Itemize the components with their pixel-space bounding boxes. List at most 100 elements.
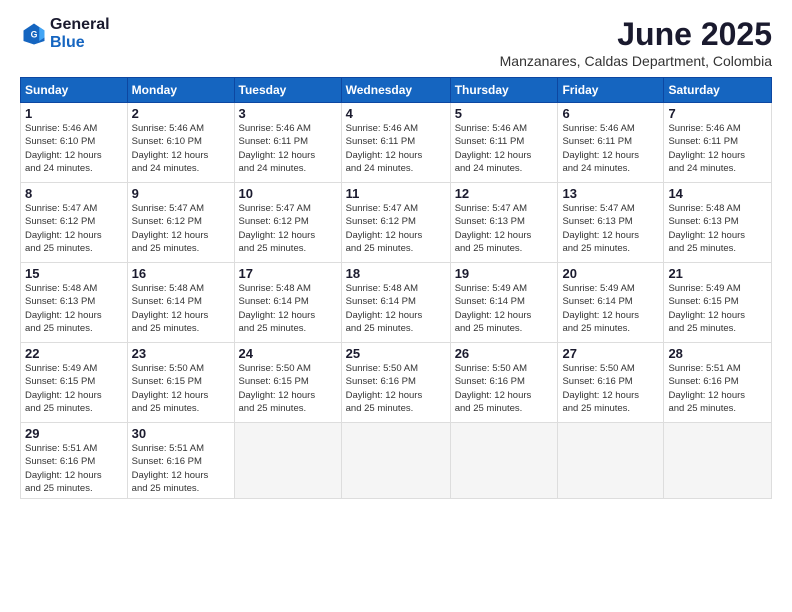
day-number: 24 bbox=[239, 346, 337, 361]
day-info: Sunrise: 5:49 AM Sunset: 6:14 PM Dayligh… bbox=[455, 282, 554, 335]
day-number: 9 bbox=[132, 186, 230, 201]
table-cell bbox=[341, 423, 450, 499]
table-cell: 15Sunrise: 5:48 AM Sunset: 6:13 PM Dayli… bbox=[21, 263, 128, 343]
logo-icon: G bbox=[20, 20, 48, 48]
title-block: June 2025 Manzanares, Caldas Department,… bbox=[500, 16, 772, 69]
table-row: 29 Sunrise: 5:51 AM Sunset: 6:16 PM Dayli… bbox=[21, 423, 772, 499]
day-number: 11 bbox=[346, 186, 446, 201]
table-cell: 23Sunrise: 5:50 AM Sunset: 6:15 PM Dayli… bbox=[127, 343, 234, 423]
day-number: 12 bbox=[455, 186, 554, 201]
table-cell: 24Sunrise: 5:50 AM Sunset: 6:15 PM Dayli… bbox=[234, 343, 341, 423]
day-number: 22 bbox=[25, 346, 123, 361]
month-year: June 2025 bbox=[500, 16, 772, 53]
day-info: Sunrise: 5:49 AM Sunset: 6:15 PM Dayligh… bbox=[668, 282, 767, 335]
day-number: 2 bbox=[132, 106, 230, 121]
day-info: Sunrise: 5:47 AM Sunset: 6:13 PM Dayligh… bbox=[562, 202, 659, 255]
col-sunday: Sunday bbox=[21, 78, 128, 103]
day-number: 14 bbox=[668, 186, 767, 201]
day-info: Sunrise: 5:47 AM Sunset: 6:12 PM Dayligh… bbox=[346, 202, 446, 255]
day-number: 6 bbox=[562, 106, 659, 121]
day-number: 18 bbox=[346, 266, 446, 281]
col-monday: Monday bbox=[127, 78, 234, 103]
logo: G General Blue bbox=[20, 16, 110, 51]
day-info: Sunrise: 5:50 AM Sunset: 6:16 PM Dayligh… bbox=[455, 362, 554, 415]
day-info: Sunrise: 5:50 AM Sunset: 6:16 PM Dayligh… bbox=[562, 362, 659, 415]
day-info: Sunrise: 5:48 AM Sunset: 6:14 PM Dayligh… bbox=[132, 282, 230, 335]
table-cell: 19Sunrise: 5:49 AM Sunset: 6:14 PM Dayli… bbox=[450, 263, 558, 343]
day-info: Sunrise: 5:47 AM Sunset: 6:13 PM Dayligh… bbox=[455, 202, 554, 255]
day-info: Sunrise: 5:51 AM Sunset: 6:16 PM Dayligh… bbox=[132, 442, 230, 495]
table-cell: 12Sunrise: 5:47 AM Sunset: 6:13 PM Dayli… bbox=[450, 183, 558, 263]
day-info: Sunrise: 5:46 AM Sunset: 6:11 PM Dayligh… bbox=[562, 122, 659, 175]
day-info: Sunrise: 5:48 AM Sunset: 6:13 PM Dayligh… bbox=[668, 202, 767, 255]
table-cell: 26Sunrise: 5:50 AM Sunset: 6:16 PM Dayli… bbox=[450, 343, 558, 423]
col-tuesday: Tuesday bbox=[234, 78, 341, 103]
table-cell: 3Sunrise: 5:46 AM Sunset: 6:11 PM Daylig… bbox=[234, 103, 341, 183]
table-cell: 21Sunrise: 5:49 AM Sunset: 6:15 PM Dayli… bbox=[664, 263, 772, 343]
table-cell: 11Sunrise: 5:47 AM Sunset: 6:12 PM Dayli… bbox=[341, 183, 450, 263]
col-saturday: Saturday bbox=[664, 78, 772, 103]
day-info: Sunrise: 5:48 AM Sunset: 6:14 PM Dayligh… bbox=[346, 282, 446, 335]
day-info: Sunrise: 5:46 AM Sunset: 6:11 PM Dayligh… bbox=[455, 122, 554, 175]
table-cell: 25Sunrise: 5:50 AM Sunset: 6:16 PM Dayli… bbox=[341, 343, 450, 423]
day-number: 29 bbox=[25, 426, 123, 441]
table-cell: 20Sunrise: 5:49 AM Sunset: 6:14 PM Dayli… bbox=[558, 263, 664, 343]
day-number: 21 bbox=[668, 266, 767, 281]
table-cell: 7Sunrise: 5:46 AM Sunset: 6:11 PM Daylig… bbox=[664, 103, 772, 183]
calendar-table: Sunday Monday Tuesday Wednesday Thursday… bbox=[20, 77, 772, 499]
day-info: Sunrise: 5:47 AM Sunset: 6:12 PM Dayligh… bbox=[239, 202, 337, 255]
header: G General Blue June 2025 Manzanares, Cal… bbox=[20, 16, 772, 69]
table-cell: 6Sunrise: 5:46 AM Sunset: 6:11 PM Daylig… bbox=[558, 103, 664, 183]
day-number: 8 bbox=[25, 186, 123, 201]
day-info: Sunrise: 5:50 AM Sunset: 6:15 PM Dayligh… bbox=[132, 362, 230, 415]
table-cell: 22Sunrise: 5:49 AM Sunset: 6:15 PM Dayli… bbox=[21, 343, 128, 423]
col-wednesday: Wednesday bbox=[341, 78, 450, 103]
day-number: 28 bbox=[668, 346, 767, 361]
day-number: 27 bbox=[562, 346, 659, 361]
day-number: 3 bbox=[239, 106, 337, 121]
location: Manzanares, Caldas Department, Colombia bbox=[500, 53, 772, 69]
table-cell: 28Sunrise: 5:51 AM Sunset: 6:16 PM Dayli… bbox=[664, 343, 772, 423]
table-cell: 17Sunrise: 5:48 AM Sunset: 6:14 PM Dayli… bbox=[234, 263, 341, 343]
table-cell: 16Sunrise: 5:48 AM Sunset: 6:14 PM Dayli… bbox=[127, 263, 234, 343]
day-info: Sunrise: 5:46 AM Sunset: 6:11 PM Dayligh… bbox=[239, 122, 337, 175]
svg-text:G: G bbox=[31, 29, 38, 39]
day-info: Sunrise: 5:50 AM Sunset: 6:16 PM Dayligh… bbox=[346, 362, 446, 415]
page: G General Blue June 2025 Manzanares, Cal… bbox=[0, 0, 792, 612]
table-row: 22Sunrise: 5:49 AM Sunset: 6:15 PM Dayli… bbox=[21, 343, 772, 423]
day-info: Sunrise: 5:46 AM Sunset: 6:10 PM Dayligh… bbox=[132, 122, 230, 175]
calendar-header-row: Sunday Monday Tuesday Wednesday Thursday… bbox=[21, 78, 772, 103]
day-number: 26 bbox=[455, 346, 554, 361]
logo-text-line2: Blue bbox=[50, 34, 110, 52]
day-info: Sunrise: 5:50 AM Sunset: 6:15 PM Dayligh… bbox=[239, 362, 337, 415]
day-number: 1 bbox=[25, 106, 123, 121]
day-number: 5 bbox=[455, 106, 554, 121]
day-info: Sunrise: 5:46 AM Sunset: 6:10 PM Dayligh… bbox=[25, 122, 123, 175]
table-cell: 14Sunrise: 5:48 AM Sunset: 6:13 PM Dayli… bbox=[664, 183, 772, 263]
day-info: Sunrise: 5:51 AM Sunset: 6:16 PM Dayligh… bbox=[668, 362, 767, 415]
day-number: 19 bbox=[455, 266, 554, 281]
table-cell: 27Sunrise: 5:50 AM Sunset: 6:16 PM Dayli… bbox=[558, 343, 664, 423]
day-number: 20 bbox=[562, 266, 659, 281]
day-number: 13 bbox=[562, 186, 659, 201]
day-info: Sunrise: 5:48 AM Sunset: 6:13 PM Dayligh… bbox=[25, 282, 123, 335]
day-number: 30 bbox=[132, 426, 230, 441]
table-cell: 30Sunrise: 5:51 AM Sunset: 6:16 PM Dayli… bbox=[127, 423, 234, 499]
table-cell: 10Sunrise: 5:47 AM Sunset: 6:12 PM Dayli… bbox=[234, 183, 341, 263]
day-number: 17 bbox=[239, 266, 337, 281]
table-cell bbox=[664, 423, 772, 499]
table-row: 1Sunrise: 5:46 AM Sunset: 6:10 PM Daylig… bbox=[21, 103, 772, 183]
day-number: 23 bbox=[132, 346, 230, 361]
table-cell: 1Sunrise: 5:46 AM Sunset: 6:10 PM Daylig… bbox=[21, 103, 128, 183]
day-info: Sunrise: 5:47 AM Sunset: 6:12 PM Dayligh… bbox=[25, 202, 123, 255]
day-number: 15 bbox=[25, 266, 123, 281]
table-cell bbox=[450, 423, 558, 499]
day-info: Sunrise: 5:49 AM Sunset: 6:14 PM Dayligh… bbox=[562, 282, 659, 335]
table-cell: 18Sunrise: 5:48 AM Sunset: 6:14 PM Dayli… bbox=[341, 263, 450, 343]
table-cell bbox=[234, 423, 341, 499]
table-cell: 13Sunrise: 5:47 AM Sunset: 6:13 PM Dayli… bbox=[558, 183, 664, 263]
table-cell: 4Sunrise: 5:46 AM Sunset: 6:11 PM Daylig… bbox=[341, 103, 450, 183]
day-number: 10 bbox=[239, 186, 337, 201]
table-row: 15Sunrise: 5:48 AM Sunset: 6:13 PM Dayli… bbox=[21, 263, 772, 343]
day-info: Sunrise: 5:48 AM Sunset: 6:14 PM Dayligh… bbox=[239, 282, 337, 335]
